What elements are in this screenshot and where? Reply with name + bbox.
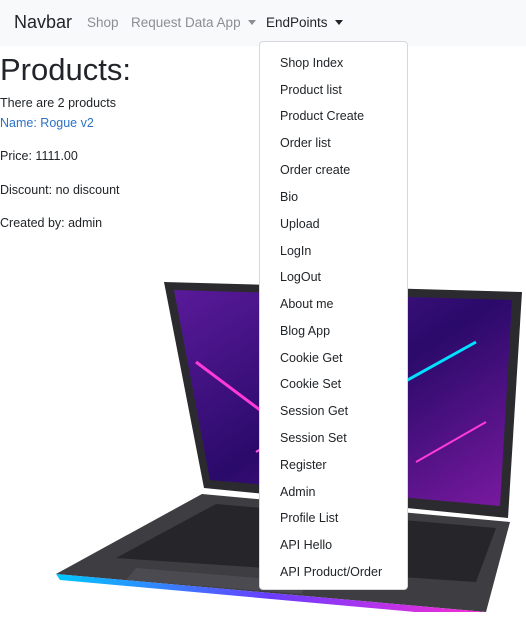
menu-item-order-create[interactable]: Order create: [280, 163, 350, 177]
chevron-down-icon: [334, 20, 343, 25]
menu-item-session-get[interactable]: Session Get: [280, 404, 348, 418]
nav-dropdown-label: Request Data App: [131, 15, 241, 30]
menu-item-cookie-get[interactable]: Cookie Get: [280, 351, 343, 365]
menu-item-shop-index[interactable]: Shop Index: [280, 56, 343, 70]
menu-item-bio[interactable]: Bio: [280, 190, 298, 204]
endpoints-dropdown-menu: Shop Index Product list Product Create O…: [259, 41, 408, 590]
menu-item-api-hello[interactable]: API Hello: [280, 538, 332, 552]
product-price: Price: 1111.00: [0, 149, 78, 163]
chevron-down-icon: [247, 20, 256, 25]
nav-dropdown-label: EndPoints: [266, 15, 328, 30]
product-name-link[interactable]: Name: Rogue v2: [0, 116, 94, 130]
navbar: Navbar Shop Request Data App EndPoints: [0, 0, 526, 46]
menu-item-cookie-set[interactable]: Cookie Set: [280, 377, 341, 391]
product-created-by: Created by: admin: [0, 216, 103, 230]
menu-item-blog-app[interactable]: Blog App: [280, 324, 330, 338]
menu-item-admin[interactable]: Admin: [280, 485, 315, 499]
page-title: Products:: [0, 52, 131, 87]
menu-item-upload[interactable]: Upload: [280, 217, 320, 231]
menu-item-product-list[interactable]: Product list: [280, 83, 342, 97]
menu-item-logout[interactable]: LogOut: [280, 270, 321, 284]
menu-item-api-product-order[interactable]: API Product/Order: [280, 565, 382, 579]
menu-item-about-me[interactable]: About me: [280, 297, 334, 311]
nav-dropdown-request-data-app[interactable]: Request Data App: [131, 15, 256, 30]
navbar-brand[interactable]: Navbar: [14, 12, 72, 33]
menu-item-order-list[interactable]: Order list: [280, 136, 331, 150]
menu-item-product-create[interactable]: Product Create: [280, 109, 364, 123]
menu-item-register[interactable]: Register: [280, 458, 327, 472]
nav-dropdown-endpoints[interactable]: EndPoints: [266, 15, 343, 30]
product-count: There are 2 products: [0, 96, 117, 110]
menu-item-login[interactable]: LogIn: [280, 244, 311, 258]
product-discount: Discount: no discount: [0, 183, 120, 197]
menu-item-profile-list[interactable]: Profile List: [280, 511, 338, 525]
nav-link-shop[interactable]: Shop: [87, 15, 119, 30]
menu-item-session-set[interactable]: Session Set: [280, 431, 347, 445]
